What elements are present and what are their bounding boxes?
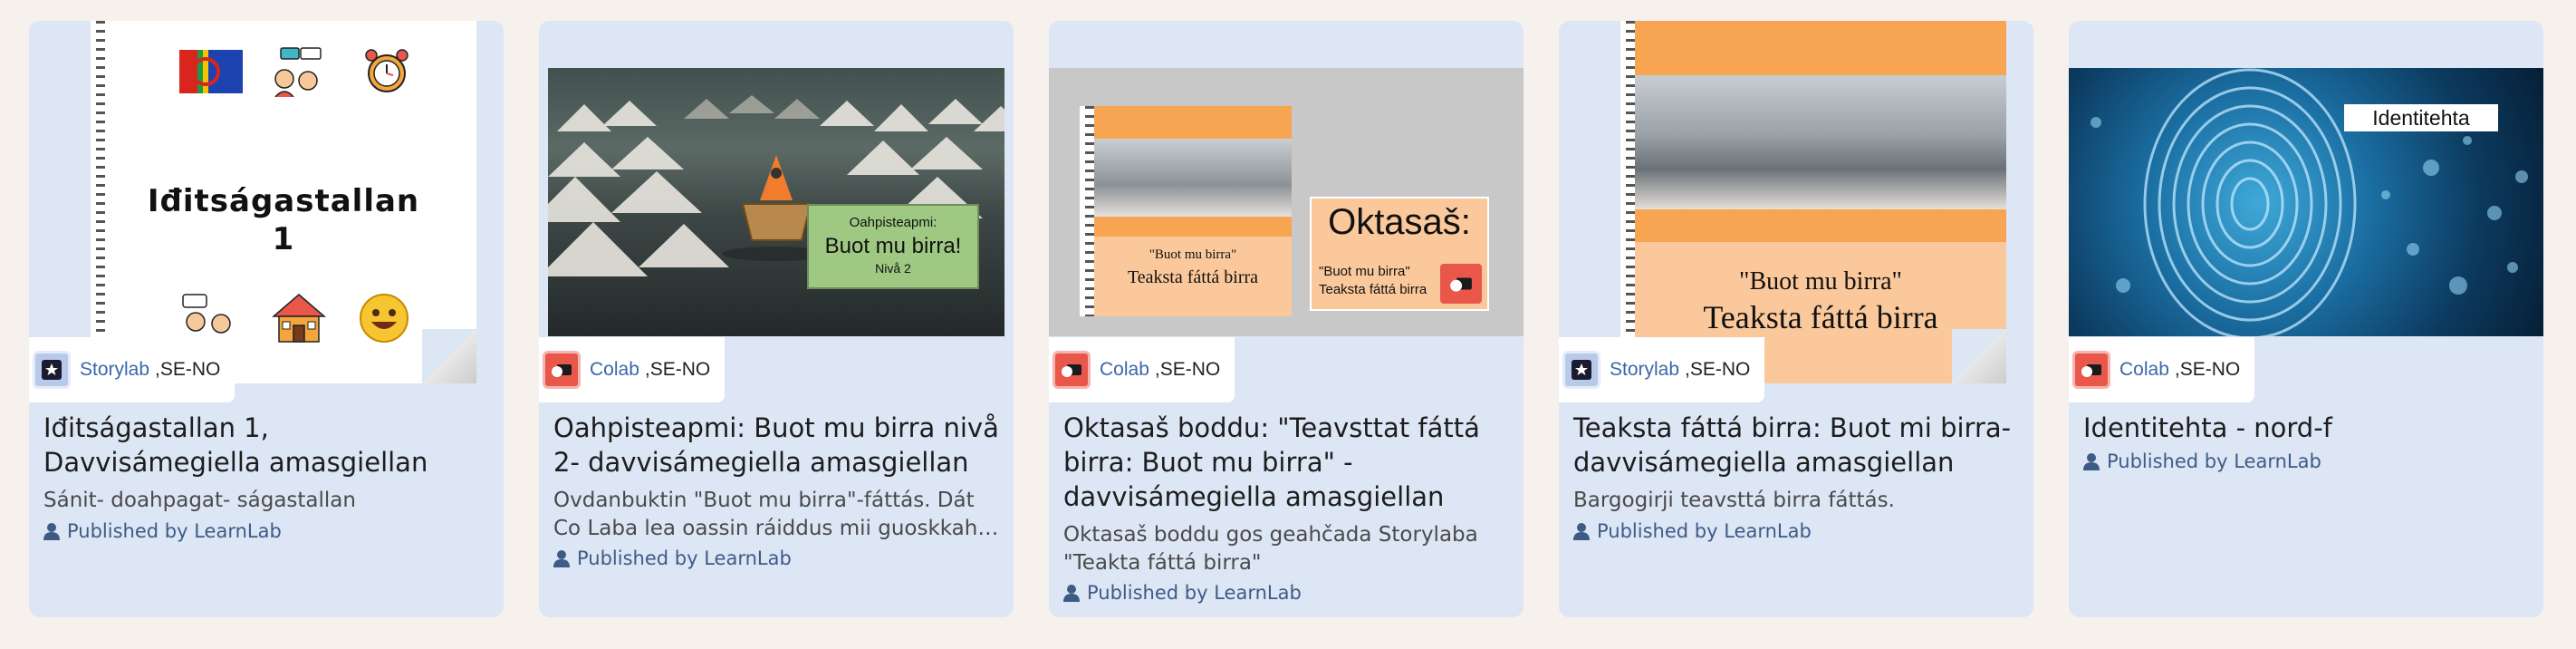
publisher-text: Published by LearnLab [1087,582,1302,604]
card-thumbnail: Identitehta [2069,21,2543,383]
tool-badge: Colab ,SE-NO [539,337,726,402]
card-title[interactable]: Iđitságastallan 1, Davvisámegiella amasg… [43,411,489,479]
card-thumbnail: Oahpisteapmi: Buot mu birra! Nivå 2 [539,21,1014,383]
thumb-level-text: Nivå 2 [875,261,911,276]
book-line-1: "Buot mu birra" [1739,267,1902,295]
chat-icon [274,47,322,97]
tool-badge: Storylab ,SE-NO [29,337,235,402]
language-code: ,SE-NO [155,359,221,380]
paper-boats-image: Oahpisteapmi: Buot mu birra! Nivå 2 [548,68,1004,336]
reading-photo [1635,75,2006,209]
thumbnail-label: Identitehta [2344,104,2498,131]
tool-badge: Colab ,SE-NO [2069,337,2255,402]
tool-name-link[interactable]: Colab [2119,359,2169,381]
resource-card-oktasas-boddu[interactable]: "Buot mu birra" Teaksta fáttá birra Okta… [1049,21,1523,617]
card-thumbnail: Iđitságastallan 1 [29,21,504,383]
panel-sub-2: Teaksta fáttá birra [1319,282,1427,297]
publisher-text: Published by LearnLab [67,520,282,542]
resource-card-teaksta[interactable]: "Buot mu birra" Teaksta fáttá birra Stor… [1559,21,2033,617]
storylab-page: "Buot mu birra" Teaksta fáttá birra [1620,21,2006,383]
thumbnail-signboard: Oahpisteapmi: Buot mu birra! Nivå 2 [807,204,979,289]
resource-card-iditsagastallan[interactable]: Iđitságastallan 1 Storylab ,SE-NO Iđitsá… [29,21,504,617]
fingerprint-image: Identitehta [2069,68,2543,336]
card-description: Oktasaš boddu gos geahčada Storylaba "Te… [1063,523,1478,575]
tool-badge: Colab ,SE-NO [1049,337,1235,402]
slide-image: "Buot mu birra" Teaksta fáttá birra Okta… [1049,68,1523,336]
storylab-icon [1562,351,1600,389]
card-title[interactable]: Oktasaš boddu: "Teavsttat fáttá birra: B… [1063,411,1509,514]
publisher-line: Published by LearnLab [1063,582,1302,604]
book-mockup: "Buot mu birra" Teaksta fáttá birra [1080,106,1292,316]
card-thumbnail: "Buot mu birra" Teaksta fáttá birra Okta… [1049,21,1523,383]
thumbnail-title: Iđitságastallan 1 [147,183,420,257]
card-title[interactable]: Teaksta fáttá birra: Buot mi birra- davv… [1573,411,2019,479]
thumb-big-text: Buot mu birra! [824,234,962,258]
user-icon [553,550,570,567]
language-code: ,SE-NO [2174,359,2241,380]
language-code: ,SE-NO [644,359,711,380]
publisher-line: Published by LearnLab [1573,520,1812,542]
book-line-2: Teaksta fáttá birra [1127,267,1259,287]
card-thumbnail: "Buot mu birra" Teaksta fáttá birra [1559,21,2033,383]
colab-icon [2072,351,2110,389]
tool-badge: Storylab ,SE-NO [1559,337,1765,402]
alarm-clock-icon [365,49,409,92]
resource-card-oahpisteapmi[interactable]: Oahpisteapmi: Buot mu birra! Nivå 2 Cola… [539,21,1014,617]
tool-name-link[interactable]: Storylab [80,359,149,381]
colab-icon [1053,351,1091,389]
user-icon [1573,523,1590,540]
panel-sub-1: "Buot mu birra" [1319,264,1410,279]
smiley-icon [360,294,409,343]
card-description: Sánit- doahpagat- ságastallan [43,489,356,512]
language-code: ,SE-NO [1685,359,1751,380]
user-icon [43,523,60,540]
publisher-text: Published by LearnLab [2107,450,2321,472]
publisher-text: Published by LearnLab [577,547,792,569]
oktasas-panel: Oktasaš: "Buot mu birra" Teaksta fáttá b… [1310,197,1489,311]
book-line-1: "Buot mu birra" [1149,247,1237,262]
card-description: Ovdanbuktin "Buot mu birra"-fáttás. Dát … [553,489,991,540]
colab-icon [543,351,581,389]
tool-name-link[interactable]: Storylab [1610,359,1679,381]
colab-icon [1440,264,1482,304]
house-icon [272,294,326,343]
people-icon [182,294,233,344]
tool-name-link[interactable]: Colab [1100,359,1149,381]
page-curl [1952,329,2006,383]
tool-name-link[interactable]: Colab [590,359,639,381]
storylab-page: Iđitságastallan 1 [91,21,476,383]
resource-card-identitehta[interactable]: Identitehta Colab ,SE-NO Identitehta - n… [2069,21,2543,617]
card-title[interactable]: Identitehta - nord-f [2083,411,2529,445]
storylab-icon [33,351,71,389]
panel-heading: Oktasaš: [1328,202,1471,242]
publisher-line: Published by LearnLab [43,520,282,542]
thumb-small-text: Oahpisteapmi: [849,215,937,230]
page-curl [422,329,476,383]
publisher-line: Published by LearnLab [553,547,792,569]
publisher-text: Published by LearnLab [1597,520,1812,542]
card-title[interactable]: Oahpisteapmi: Buot mu birra nivå 2- davv… [553,411,999,479]
sami-flag-icon [179,50,243,93]
book-line-2: Teaksta fáttá birra [1703,299,1938,335]
publisher-line: Published by LearnLab [2083,450,2321,472]
user-icon [2083,453,2100,470]
user-icon [1063,585,1080,602]
card-description: Bargogirji teavsttá birra fáttás. [1573,489,1895,512]
language-code: ,SE-NO [1154,359,1221,380]
